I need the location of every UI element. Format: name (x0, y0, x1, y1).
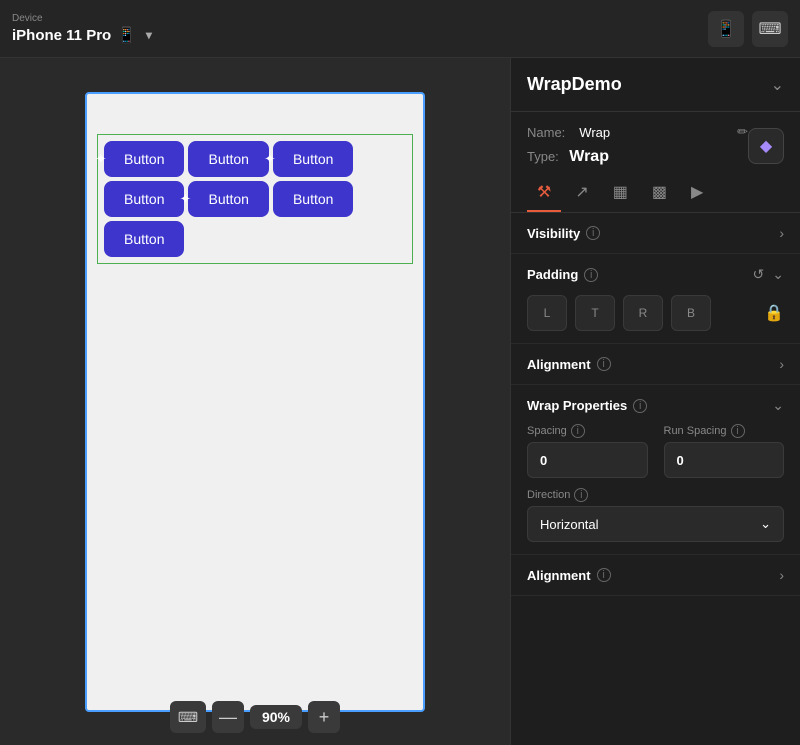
padding-chevron-icon: ⌄ (772, 266, 784, 283)
zoom-label: 90% (250, 705, 302, 729)
wrap-button-4[interactable]: Button (104, 181, 184, 217)
tab-layout[interactable]: ⚒ (527, 174, 561, 212)
spacing-input[interactable]: 0 (527, 442, 648, 478)
padding-title-row: Padding i (527, 267, 598, 282)
wrap-button-6[interactable]: Button (273, 181, 353, 217)
alignment-title-row: Alignment i (527, 357, 611, 372)
tab-interaction[interactable]: ↗ (565, 174, 598, 212)
name-row: Name: Wrap ✏ (527, 124, 748, 140)
phone-icon: 📱 (117, 26, 136, 44)
visibility-title-row: Visibility i (527, 226, 600, 241)
wrap-properties-title-row: Wrap Properties i (527, 398, 647, 413)
keyboard-toggle-button[interactable]: ⌨ (170, 701, 206, 733)
padding-section: Padding i ↺ ⌄ L T R B 🔒 (511, 254, 800, 344)
wrap-button-3[interactable]: Button (273, 141, 353, 177)
spacing-row: Spacing i 0 Run Spacing i 0 (527, 424, 784, 478)
alignment-chevron-icon: › (779, 356, 784, 372)
wrap-button-5[interactable]: Button (188, 181, 268, 217)
wrap-alignment-title: Alignment (527, 568, 591, 583)
panel-tabs: ⚒ ↗ ▦ ▩ ▶ (511, 174, 800, 213)
wrap-button-2[interactable]: Button (188, 141, 268, 177)
padding-actions: ↺ ⌄ (753, 266, 784, 283)
bottom-bar: ⌨ — 90% + (170, 701, 340, 733)
wrap-button-1[interactable]: Button (104, 141, 184, 177)
wrap-alignment-section: Alignment i › (511, 555, 800, 596)
phone-frame: Button ✦ Button Button ✦ Button Button ✦… (85, 92, 425, 712)
padding-bottom-input[interactable]: B (671, 295, 711, 331)
direction-chevron-icon: ⌄ (760, 516, 771, 532)
padding-right-input[interactable]: R (623, 295, 663, 331)
name-value: Wrap (579, 125, 610, 140)
right-panel: WrapDemo ⌄ Name: Wrap ✏ Type: Wrap ◆ (510, 58, 800, 745)
wrap-alignment-header[interactable]: Alignment i › (527, 567, 784, 583)
padding-top-input[interactable]: T (575, 295, 615, 331)
wrap-properties-chevron-icon: ⌄ (772, 397, 784, 414)
top-bar-icons: 📱 ⌨ (708, 11, 788, 47)
wrap-properties-section: Wrap Properties i ⌄ Spacing i 0 (511, 385, 800, 555)
diamond-button[interactable]: ◆ (748, 128, 784, 164)
alignment-info-icon: i (597, 357, 611, 371)
type-row: Type: Wrap (527, 144, 748, 174)
direction-label-row: Direction i (527, 488, 784, 502)
device-selector[interactable]: Device iPhone 11 Pro 📱 ▾ (12, 13, 152, 44)
wrap-alignment-chevron-icon: › (779, 567, 784, 583)
spacing-col: Spacing i 0 (527, 424, 648, 478)
wrap-properties-info-icon: i (633, 399, 647, 413)
panel-header: WrapDemo ⌄ (511, 58, 800, 112)
top-bar: Device iPhone 11 Pro 📱 ▾ 📱 ⌨ (0, 0, 800, 58)
device-name: iPhone 11 Pro 📱 ▾ (12, 26, 152, 44)
wrap-alignment-info-icon: i (597, 568, 611, 582)
alignment-section: Alignment i › (511, 344, 800, 385)
wrap-properties-title: Wrap Properties (527, 398, 627, 413)
wrap-alignment-title-row: Alignment i (527, 568, 611, 583)
run-spacing-input[interactable]: 0 (664, 442, 785, 478)
direction-row: Direction i Horizontal ⌄ (527, 488, 784, 542)
direction-info-icon: i (574, 488, 588, 502)
zoom-in-button[interactable]: + (308, 701, 340, 733)
panel-title: WrapDemo (527, 74, 622, 95)
panel-chevron-icon[interactable]: ⌄ (771, 75, 784, 95)
alignment-section-header[interactable]: Alignment i › (527, 356, 784, 372)
visibility-section: Visibility i › (511, 213, 800, 254)
type-value: Wrap (569, 148, 609, 165)
visibility-info-icon: i (586, 226, 600, 240)
visibility-title: Visibility (527, 226, 580, 241)
direction-select[interactable]: Horizontal ⌄ (527, 506, 784, 542)
lock-icon[interactable]: 🔒 (764, 303, 784, 323)
padding-section-header[interactable]: Padding i ↺ ⌄ (527, 266, 784, 283)
spacing-info-icon: i (571, 424, 585, 438)
run-spacing-col: Run Spacing i 0 (664, 424, 785, 478)
edit-icon[interactable]: ✏ (737, 124, 748, 140)
zoom-out-button[interactable]: — (212, 701, 244, 733)
alignment-title: Alignment (527, 357, 591, 372)
keyboard-button[interactable]: ⌨ (752, 11, 788, 47)
padding-info-icon: i (584, 268, 598, 282)
tab-play[interactable]: ▶ (681, 174, 713, 212)
main-content: Button ✦ Button Button ✦ Button Button ✦… (0, 58, 800, 745)
wrap-container: Button ✦ Button Button ✦ Button Button ✦… (97, 134, 413, 264)
canvas-area[interactable]: Button ✦ Button Button ✦ Button Button ✦… (0, 58, 510, 745)
reset-icon[interactable]: ↺ (753, 266, 765, 283)
chevron-down-icon: ▾ (146, 28, 152, 42)
padding-inputs: L T R B 🔒 (527, 295, 784, 331)
type-label: Type: (527, 149, 559, 164)
padding-left-input[interactable]: L (527, 295, 567, 331)
device-label: Device (12, 13, 152, 24)
name-label: Name: (527, 125, 565, 140)
padding-title: Padding (527, 267, 578, 282)
tab-grid[interactable]: ▦ (603, 174, 638, 212)
run-spacing-label: Run Spacing i (664, 424, 785, 438)
spacing-label: Spacing i (527, 424, 648, 438)
run-spacing-info-icon: i (731, 424, 745, 438)
wrap-properties-header[interactable]: Wrap Properties i ⌄ (527, 397, 784, 414)
wrap-button-7[interactable]: Button (104, 221, 184, 257)
tab-data[interactable]: ▩ (642, 174, 677, 212)
wrap-buttons: Button ✦ Button Button ✦ Button Button ✦… (104, 141, 406, 257)
visibility-section-header[interactable]: Visibility i › (527, 225, 784, 241)
visibility-chevron-icon: › (779, 225, 784, 241)
phone-view-button[interactable]: 📱 (708, 11, 744, 47)
